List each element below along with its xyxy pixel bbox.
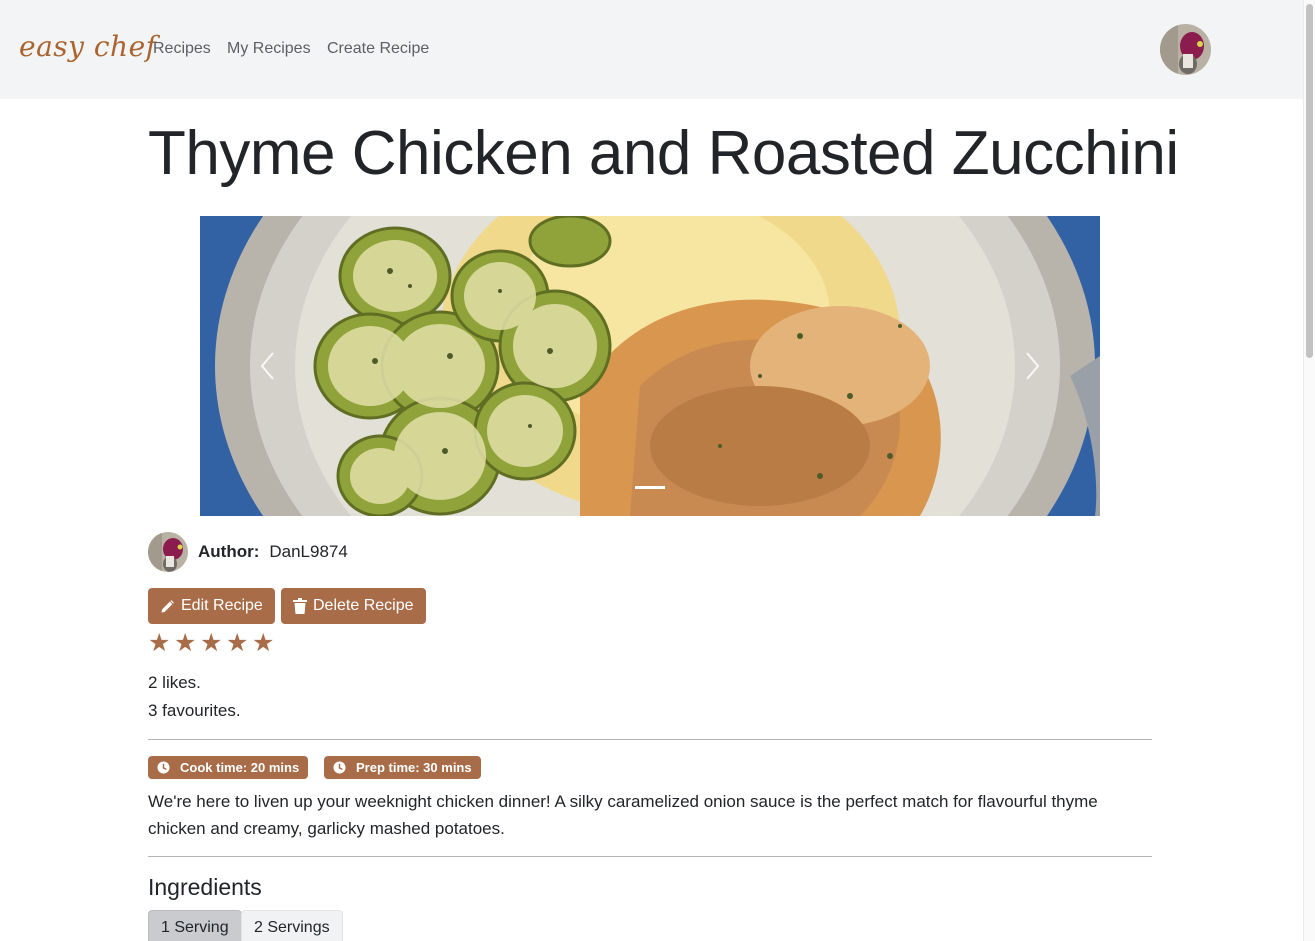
delete-recipe-button[interactable]: Delete Recipe [281,588,426,624]
star-icon[interactable]: ★ [174,628,200,657]
star-icon[interactable]: ★ [226,628,252,657]
recipe-description: We're here to liven up your weeknight ch… [148,792,1098,838]
author-row: Author: DanL9874 [148,532,348,572]
star-icon[interactable]: ★ [148,628,174,657]
prep-time-badge: Prep time: 30 mins [324,756,481,779]
carousel-prev-button[interactable] [252,341,282,391]
author-name[interactable]: DanL9874 [269,542,347,562]
trash-icon [293,598,307,614]
edit-recipe-label: Edit Recipe [181,597,263,614]
tab-2-servings[interactable]: 2 Servings [241,910,343,941]
recipe-title: Thyme Chicken and Roasted Zucchini [148,119,1179,188]
cook-time-badge: Cook time: 20 mins [148,756,309,779]
brand-logo[interactable]: easy chef [19,30,157,63]
star-icon[interactable]: ★ [200,628,226,657]
chevron-left-icon [260,352,274,380]
author-label: Author: [198,542,260,561]
star-icon[interactable]: ★ [252,628,278,657]
delete-recipe-label: Delete Recipe [313,597,414,614]
divider [148,739,1152,740]
recipe-photo [200,216,1100,516]
tab-1-serving[interactable]: 1 Serving [148,910,242,941]
author-avatar[interactable] [148,532,188,572]
carousel-next-button[interactable] [1018,341,1048,391]
prep-time-label: Prep time: 30 mins [356,760,472,775]
divider [148,856,1152,857]
nav-link-recipes[interactable]: Recipes [153,40,211,58]
edit-recipe-button[interactable]: Edit Recipe [148,588,275,624]
clock-icon [157,761,170,774]
navbar: easy chef Recipes My Recipes Create Reci… [0,0,1303,99]
favourites-count: 3 favourites. [148,701,241,720]
user-avatar[interactable] [1160,24,1211,75]
chevron-right-icon [1026,352,1040,380]
nav-link-my-recipes[interactable]: My Recipes [227,40,311,58]
rating-stars[interactable]: ★ ★ ★ ★ ★ [148,628,278,657]
clock-icon [333,761,346,774]
carousel-indicator[interactable] [635,486,665,489]
likes-count: 2 likes. [148,673,201,692]
cook-time-label: Cook time: 20 mins [180,760,300,775]
ingredients-heading: Ingredients [148,874,262,900]
pencil-icon [161,599,174,613]
recipe-image-carousel [200,216,1100,516]
scrollbar-thumb[interactable] [1306,4,1313,358]
nav-link-create-recipe[interactable]: Create Recipe [327,40,429,58]
scrollbar[interactable] [1303,0,1315,941]
